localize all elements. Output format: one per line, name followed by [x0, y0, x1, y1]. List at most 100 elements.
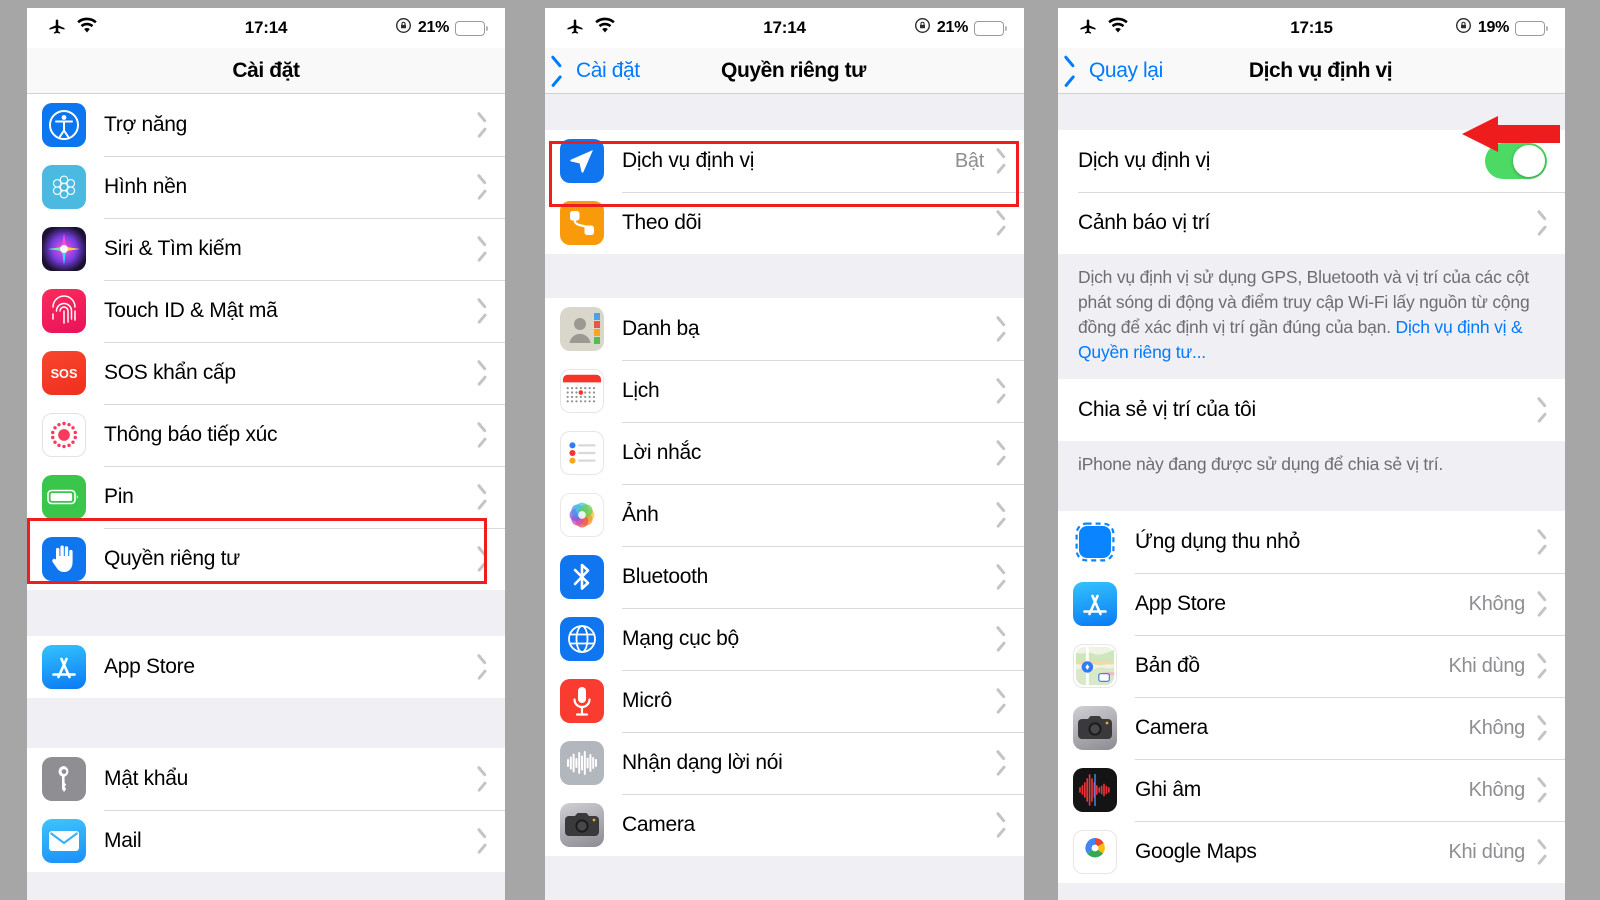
list-item-label: Touch ID & Mật mã: [104, 299, 278, 322]
nav-bar: Quay lại Dịch vụ định vị: [1058, 48, 1565, 94]
list-item[interactable]: Touch ID & Mật mã: [27, 280, 505, 342]
list-item[interactable]: Lịch: [545, 360, 1024, 422]
list-item[interactable]: App Store: [27, 636, 505, 698]
list-item[interactable]: Micrô: [545, 670, 1024, 732]
section-gap: [27, 590, 505, 636]
screenshot-stage: 17:14 21% Cài đặt Trợ năng Hình nền Siri &…: [0, 0, 1600, 900]
list-item[interactable]: Google Maps Khi dùng: [1058, 821, 1565, 883]
list-item-value: Không: [1468, 592, 1526, 615]
local-network-icon: [560, 617, 604, 661]
list-item-label: App Store: [1135, 592, 1226, 615]
list-item[interactable]: Mạng cục bộ: [545, 608, 1024, 670]
section-footnote: Dịch vụ định vị sử dụng GPS, Bluetooth v…: [1058, 254, 1565, 379]
list-item[interactable]: Quyền riêng tư: [27, 528, 505, 590]
chevron-right-icon: [996, 630, 1006, 648]
chevron-right-icon: [1537, 843, 1547, 861]
list-item-label: Ảnh: [622, 503, 659, 526]
chevron-right-icon: [996, 214, 1006, 232]
list-item-label: Theo dõi: [622, 211, 702, 234]
chevron-right-icon: [477, 658, 487, 676]
list-item[interactable]: Bản đồ Khi dùng: [1058, 635, 1565, 697]
chevron-right-icon: [477, 770, 487, 788]
chevron-right-icon: [1537, 533, 1547, 551]
location-services-list[interactable]: Dịch vụ định vị Cảnh báo vị trí Dịch vụ đị…: [1058, 94, 1565, 900]
chevron-right-icon: [1537, 214, 1547, 232]
list-item[interactable]: Dịch vụ định vị Bật: [545, 130, 1024, 192]
accessibility-icon: [42, 103, 86, 147]
list-section: Chia sẻ vị trí của tôi: [1058, 379, 1565, 441]
location-arrow-icon: [560, 139, 604, 183]
chevron-right-icon: [996, 320, 1006, 338]
list-section: Mật khẩu Mail: [27, 748, 505, 872]
list-item[interactable]: Hình nền: [27, 156, 505, 218]
list-item-label: Cảnh báo vị trí: [1078, 211, 1211, 234]
siri-icon: [42, 227, 86, 271]
settings-list[interactable]: Trợ năng Hình nền Siri & Tìm kiếm Touch ID …: [27, 94, 505, 900]
battery-icon: [42, 475, 86, 519]
list-item-label: Ghi âm: [1135, 778, 1201, 801]
list-item[interactable]: App Store Không: [1058, 573, 1565, 635]
list-item-label: Bluetooth: [622, 565, 709, 588]
list-item[interactable]: Ứng dụng thu nhỏ: [1058, 511, 1565, 573]
list-item[interactable]: Bluetooth: [545, 546, 1024, 608]
bluetooth-icon: [560, 555, 604, 599]
back-button-label: Cài đặt: [576, 58, 640, 82]
list-item[interactable]: Ghi âm Không: [1058, 759, 1565, 821]
passwords-key-icon: [42, 757, 86, 801]
chevron-right-icon: [996, 444, 1006, 462]
chevron-right-icon: [996, 692, 1006, 710]
list-item-label: App Store: [104, 655, 195, 678]
list-item-label: Ứng dụng thu nhỏ: [1135, 530, 1300, 553]
list-item-label: Hình nền: [104, 175, 187, 198]
privacy-list[interactable]: Dịch vụ định vị Bật Theo dõi Danh bạ Lịch Lời…: [545, 94, 1024, 900]
list-item[interactable]: Camera: [545, 794, 1024, 856]
chevron-right-icon: [477, 116, 487, 134]
chevron-right-icon: [477, 550, 487, 568]
list-item[interactable]: Trợ năng: [27, 94, 505, 156]
list-item[interactable]: Mật khẩu: [27, 748, 505, 810]
list-item-label: Siri & Tìm kiếm: [104, 237, 242, 260]
back-button[interactable]: Cài đặt: [559, 59, 640, 83]
list-item[interactable]: Theo dõi: [545, 192, 1024, 254]
chevron-right-icon: [477, 488, 487, 506]
list-item-label: Bản đồ: [1135, 654, 1200, 677]
section-gap: [1058, 491, 1565, 511]
microphone-icon: [560, 679, 604, 723]
list-item[interactable]: Mail: [27, 810, 505, 872]
photos-icon: [560, 493, 604, 537]
list-item[interactable]: Ảnh: [545, 484, 1024, 546]
list-section: Dịch vụ định vị Bật Theo dõi: [545, 130, 1024, 254]
list-item-label: Trợ năng: [104, 113, 187, 136]
chevron-right-icon: [1537, 401, 1547, 419]
list-item[interactable]: Lời nhắc: [545, 422, 1024, 484]
list-item[interactable]: Thông báo tiếp xúc: [27, 404, 505, 466]
back-button[interactable]: Quay lại: [1072, 59, 1163, 83]
list-item[interactable]: Camera Không: [1058, 697, 1565, 759]
rotation-lock-icon: [395, 17, 412, 39]
list-item[interactable]: Siri & Tìm kiếm: [27, 218, 505, 280]
camera-icon: [1073, 706, 1117, 750]
chevron-right-icon: [477, 364, 487, 382]
battery-percent-label: 19%: [1477, 19, 1509, 36]
list-item[interactable]: Chia sẻ vị trí của tôi: [1058, 379, 1565, 441]
list-item-label: Thông báo tiếp xúc: [104, 423, 278, 446]
list-item[interactable]: Nhận dạng lời nói: [545, 732, 1024, 794]
phone-screen-privacy: 17:14 21% Cài đặt Quyền riêng tư Dịch vụ…: [545, 8, 1024, 900]
list-item-label: Chia sẻ vị trí của tôi: [1078, 398, 1256, 421]
list-item[interactable]: SOS SOS khẩn cấp: [27, 342, 505, 404]
list-item-label: Pin: [104, 485, 134, 508]
list-item-label: SOS khẩn cấp: [104, 361, 236, 384]
battery-icon: [1515, 20, 1548, 36]
list-item-label: Camera: [1135, 716, 1208, 739]
list-item-value: Không: [1468, 778, 1526, 801]
contacts-icon: [560, 307, 604, 351]
chevron-right-icon: [996, 382, 1006, 400]
list-item[interactable]: Danh bạ: [545, 298, 1024, 360]
chevron-right-icon: [1537, 657, 1547, 675]
battery-percent-label: 21%: [417, 19, 449, 36]
list-item[interactable]: Pin: [27, 466, 505, 528]
list-item-label: Mail: [104, 829, 142, 852]
chevron-right-icon: [477, 302, 487, 320]
list-item-label: Quyền riêng tư: [104, 547, 240, 570]
list-item[interactable]: Cảnh báo vị trí: [1058, 192, 1565, 254]
